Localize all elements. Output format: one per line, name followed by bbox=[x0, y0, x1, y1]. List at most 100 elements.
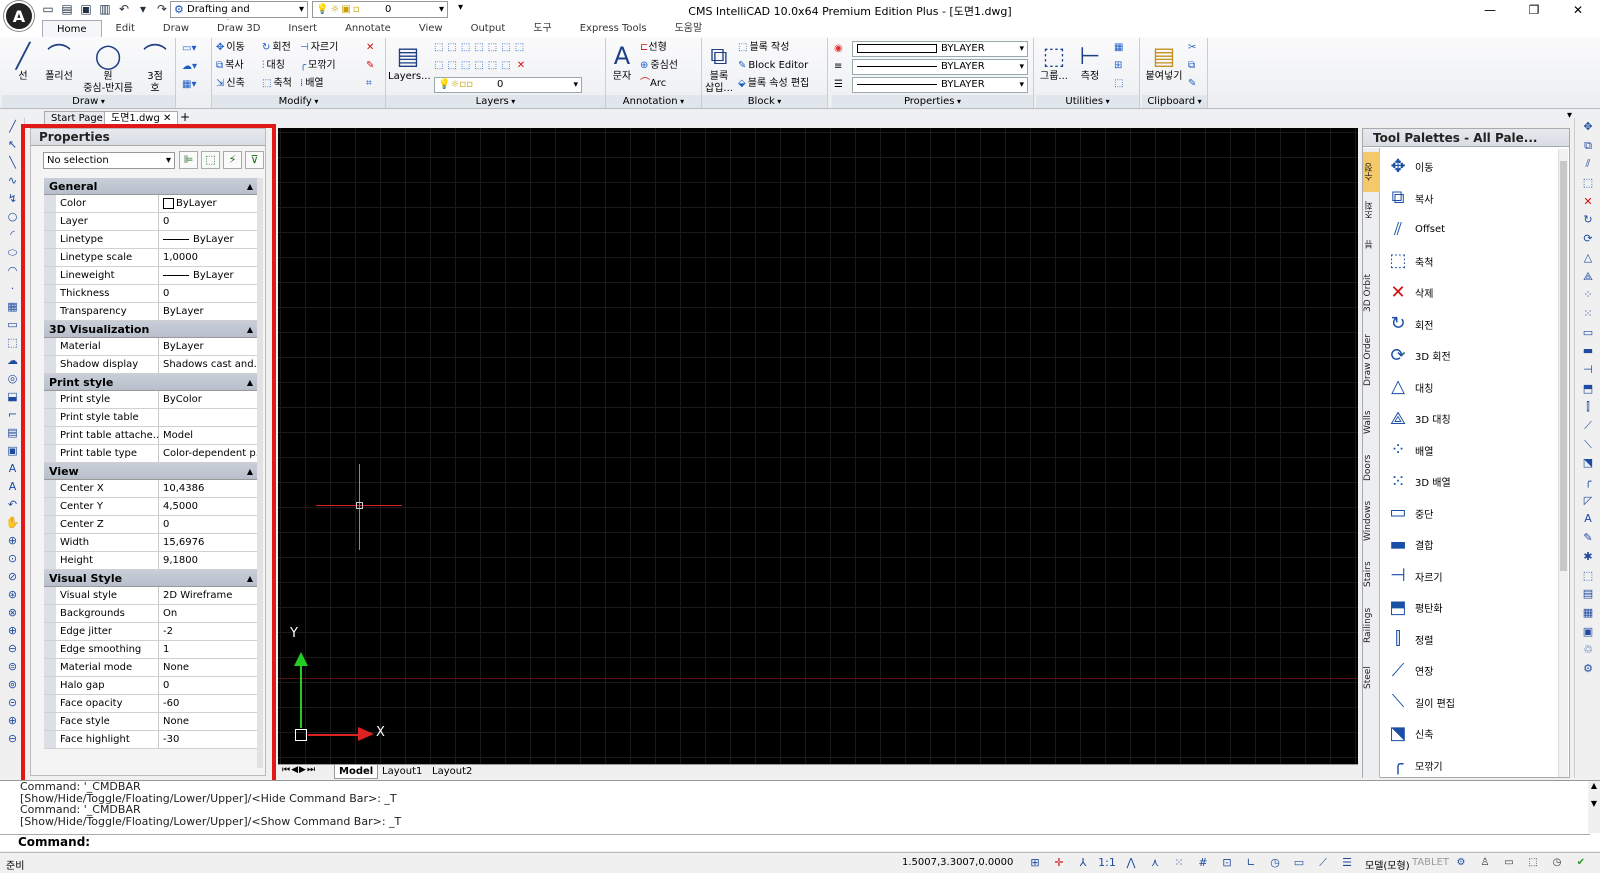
join-icon[interactable]: ▬ bbox=[1575, 342, 1600, 361]
ortho-icon[interactable]: ✛ bbox=[1049, 854, 1069, 872]
property-row[interactable]: Halo gap 0 bbox=[44, 677, 259, 695]
block-editor-tool[interactable]: ✎ Block Editor bbox=[738, 58, 808, 74]
group-icon[interactable]: ⬚ bbox=[1575, 567, 1600, 586]
maximize-button[interactable]: ❐ bbox=[1512, 0, 1556, 20]
property-value[interactable]: Shadows cast and... bbox=[159, 356, 259, 373]
copy-icon[interactable]: ⧉ bbox=[1575, 137, 1600, 156]
move-icon[interactable]: ✥ bbox=[1575, 118, 1600, 137]
array-tool[interactable]: ⁞ 배열 bbox=[300, 76, 324, 92]
copy-tool[interactable]: ⧉ 복사 bbox=[216, 58, 244, 74]
palette-item[interactable]: ⬔ 신축 bbox=[1385, 718, 1555, 750]
palette-vtab[interactable]: 3D Orbit bbox=[1363, 265, 1380, 321]
arc-dim-tool[interactable]: ⌒Arc bbox=[640, 76, 666, 92]
lengthen-icon[interactable]: ⟍ bbox=[1575, 436, 1600, 455]
property-row[interactable]: Transparency ByLayer bbox=[44, 303, 259, 321]
property-row[interactable]: Material ByLayer bbox=[44, 338, 259, 356]
paint-icon[interactable]: ✎ bbox=[1575, 529, 1600, 548]
command-scrollbar[interactable]: ▲ ▼ bbox=[1588, 781, 1600, 833]
pan-icon[interactable]: ✋ bbox=[0, 514, 25, 532]
point-icon[interactable]: · bbox=[0, 280, 25, 298]
zoom-in-icon[interactable]: ⊕ bbox=[0, 622, 25, 640]
property-value[interactable]: 1 bbox=[159, 641, 259, 658]
circle-tool[interactable]: ◯ 원 중심-반지름 bbox=[80, 41, 136, 95]
palette-vtab[interactable]: Steel bbox=[1363, 656, 1380, 700]
dynamic-input-icon[interactable]: ◷ bbox=[1265, 854, 1285, 872]
rotate-tool[interactable]: ↻ 회전 bbox=[262, 40, 291, 56]
palette-scrollbar[interactable] bbox=[1558, 149, 1568, 777]
revcloud-tool[interactable]: ☁▾ bbox=[182, 59, 199, 75]
table-icon[interactable]: ▤ bbox=[0, 424, 25, 442]
rotate-3d-icon[interactable]: ⟳ bbox=[1575, 230, 1600, 249]
property-row[interactable]: Visual style 2D Wireframe bbox=[44, 587, 259, 605]
close-tab-icon[interactable]: ✕ bbox=[163, 113, 171, 124]
palette-item[interactable]: ⫿ 정렬 bbox=[1385, 624, 1555, 656]
trim-tool[interactable]: ⊣ 자르기 bbox=[300, 40, 338, 56]
align-icon[interactable]: ⫿ bbox=[1575, 398, 1600, 417]
layer-icon[interactable]: ▤ bbox=[1575, 585, 1600, 604]
explode-icon[interactable]: ✱ bbox=[1575, 548, 1600, 567]
property-row[interactable]: Material mode None bbox=[44, 659, 259, 677]
clipboard-panel-title[interactable]: Clipboard bbox=[1142, 95, 1207, 108]
palette-vtab[interactable]: Walls bbox=[1363, 399, 1380, 445]
zoom-extents-icon[interactable]: ⊗ bbox=[0, 604, 25, 622]
scale-tool[interactable]: ⬚ 축척 bbox=[262, 76, 292, 92]
hatch-icon[interactable]: ▦ bbox=[0, 298, 25, 316]
create-block-tool[interactable]: ⬚ 블록 작성 bbox=[738, 40, 789, 56]
draw-panel-title[interactable]: Draw bbox=[2, 95, 175, 108]
lineweight-toggle-icon[interactable]: ▭ bbox=[1289, 854, 1309, 872]
property-row[interactable]: Print table type Color-dependent p... bbox=[44, 445, 259, 463]
layers-panel-title[interactable]: Layers bbox=[386, 95, 605, 108]
circle-icon[interactable]: ○ bbox=[0, 208, 25, 226]
layers-manager-button[interactable]: ▤ Layers... bbox=[388, 41, 431, 83]
property-value[interactable]: 4,5000 bbox=[159, 498, 259, 515]
palette-item[interactable]: ✕ 삭제 bbox=[1385, 277, 1555, 309]
palette-item[interactable]: ▭ 중단 bbox=[1385, 498, 1555, 530]
property-row[interactable]: Height 9,1800 bbox=[44, 552, 259, 570]
property-row[interactable]: Width 15,6976 bbox=[44, 534, 259, 552]
ray-icon[interactable]: ╲ bbox=[0, 154, 25, 172]
hatch-tool[interactable]: ▦▾ bbox=[182, 77, 198, 93]
select-objects-icon[interactable]: ⬚ bbox=[201, 151, 220, 169]
palette-scroll-thumb[interactable] bbox=[1560, 161, 1567, 571]
layer-tools-row1[interactable]: ⬚⬚⬚⬚⬚⬚⬚ bbox=[434, 40, 530, 56]
drawing-canvas[interactable]: Y X bbox=[278, 128, 1358, 764]
layout-tab-layout2[interactable]: Layout2 bbox=[428, 765, 476, 779]
tab-view[interactable]: View bbox=[405, 20, 457, 37]
property-value[interactable]: None bbox=[159, 659, 259, 676]
erase-icon[interactable]: ✕ bbox=[1575, 193, 1600, 212]
dots-icon[interactable]: ⁙ bbox=[1169, 854, 1189, 872]
doc-tab-drawing[interactable]: 도면1.dwg ✕ bbox=[104, 111, 179, 125]
property-value[interactable]: 0 bbox=[159, 516, 259, 533]
break-icon[interactable]: ▭ bbox=[1575, 324, 1600, 343]
layout-tab-model[interactable]: Model bbox=[334, 765, 379, 779]
menu-icon[interactable]: ☰ bbox=[1337, 854, 1357, 872]
mirror-3d-icon[interactable]: ⟁ bbox=[1575, 268, 1600, 287]
move-tool[interactable]: ✥ 이동 bbox=[216, 40, 245, 56]
calc-icon[interactable]: ▦ bbox=[1575, 604, 1600, 623]
grid-icon[interactable]: # bbox=[1193, 854, 1213, 872]
tab-insert[interactable]: Insert bbox=[274, 20, 331, 37]
flatten-icon[interactable]: ⬒ bbox=[1575, 380, 1600, 399]
app-menu-button[interactable]: A bbox=[4, 1, 34, 31]
gear-icon[interactable]: ⚙ bbox=[1452, 854, 1470, 872]
property-value[interactable]: 0 bbox=[159, 285, 259, 302]
palette-vtab[interactable]: 수정 bbox=[1363, 152, 1380, 192]
match-prop-tool[interactable]: ✎ bbox=[1188, 76, 1198, 92]
mtext-icon[interactable]: A bbox=[0, 460, 25, 478]
erase-tool[interactable]: ✕ bbox=[366, 40, 374, 56]
explode-tool[interactable]: ✎ bbox=[366, 58, 374, 74]
property-row[interactable]: Linetype ByLayer bbox=[44, 231, 259, 249]
toggle-pickadd-icon[interactable]: ⊫ bbox=[179, 151, 198, 169]
palette-item[interactable]: ↻ 회전 bbox=[1385, 309, 1555, 341]
offset-icon[interactable]: ⫽ bbox=[1575, 155, 1600, 174]
doc-tab-start-page[interactable]: Start Page bbox=[44, 111, 110, 125]
property-category[interactable]: 3D Visualization bbox=[44, 321, 259, 338]
palette-item[interactable]: ⟁ 3D 대칭 bbox=[1385, 403, 1555, 435]
array-3d-icon[interactable]: ⁙ bbox=[1575, 305, 1600, 324]
mirror-tool[interactable]: ⫶ 대칭 bbox=[262, 58, 285, 74]
palette-item[interactable]: △ 대칭 bbox=[1385, 372, 1555, 404]
property-value[interactable]: Model bbox=[159, 427, 259, 444]
lineweight-combo[interactable]: BYLAYER bbox=[852, 77, 1028, 93]
zoom-center-icon[interactable]: ⊚ bbox=[0, 676, 25, 694]
block-panel-title[interactable]: Block bbox=[702, 95, 827, 108]
